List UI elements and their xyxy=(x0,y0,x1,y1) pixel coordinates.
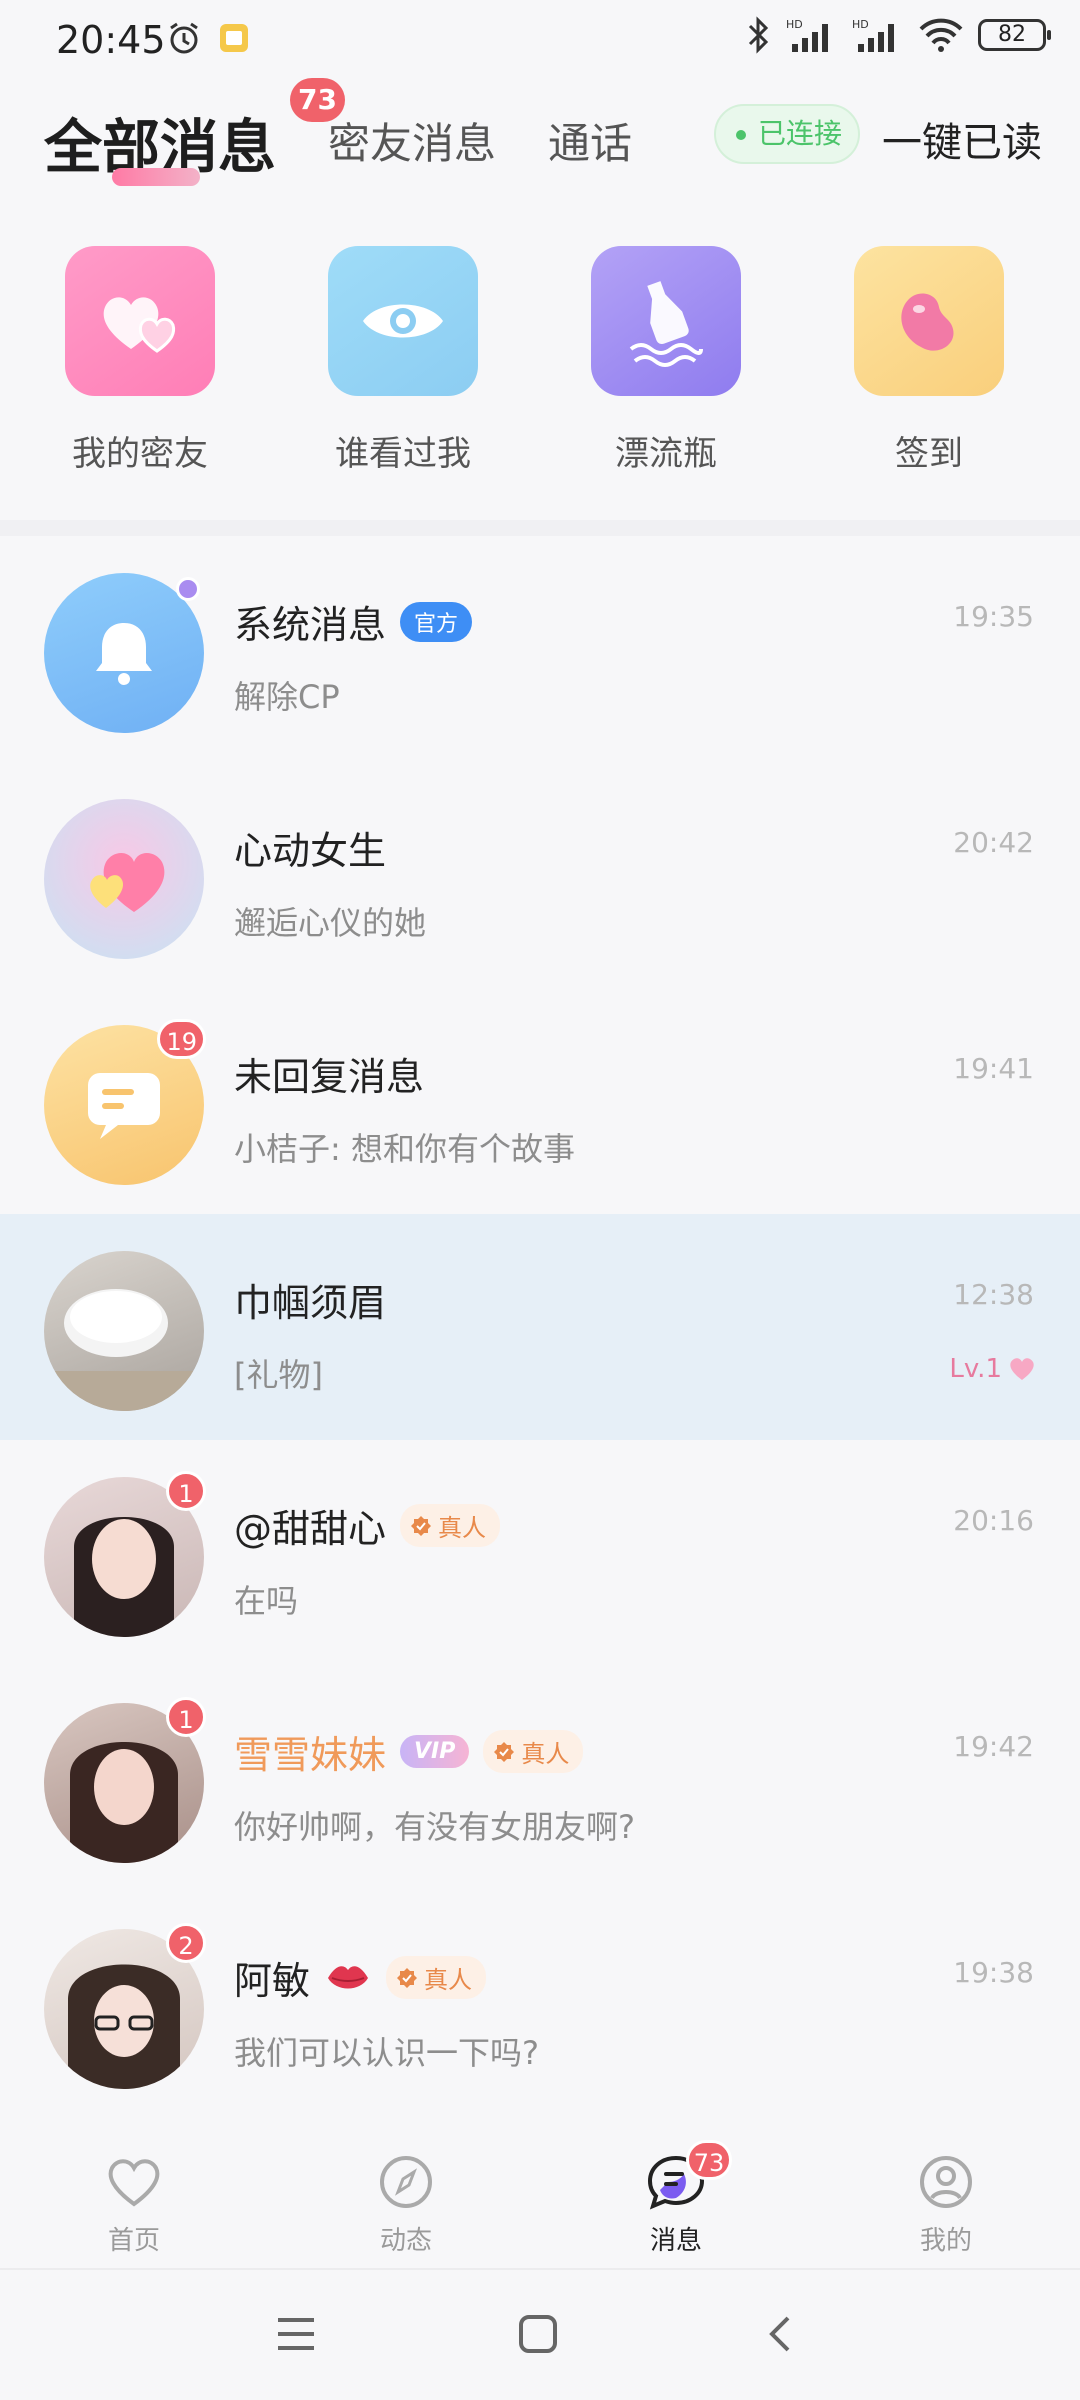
app-notification-icon xyxy=(220,24,248,52)
bottom-navigation: 首页 动态 73 消息 我的 xyxy=(0,2120,1080,2270)
bluetooth-icon xyxy=(748,16,769,54)
eye-icon xyxy=(328,246,478,396)
home-square-icon[interactable] xyxy=(518,2314,558,2354)
signal-icon-2: HD xyxy=(852,18,894,52)
nav-messages[interactable]: 73 消息 xyxy=(596,2140,756,2257)
unread-dot xyxy=(176,577,200,601)
conversation-amin[interactable]: 2 阿敏 真人 我们可以认识一下吗? 19:38 xyxy=(0,1892,1080,2118)
menu-icon[interactable] xyxy=(274,2314,318,2354)
message-preview: 在吗 xyxy=(234,1582,299,1620)
message-header: 全部消息 73 密友消息 通话 已连接 一键已读 xyxy=(0,78,1080,200)
quick-who-viewed-me[interactable]: 谁看过我 xyxy=(303,246,503,475)
conversation-name: 心动女生 xyxy=(234,829,387,873)
wifi-icon xyxy=(919,18,963,52)
message-preview: 我们可以认识一下吗? xyxy=(234,2034,539,2072)
message-time: 19:35 xyxy=(953,600,1034,633)
bottle-icon xyxy=(591,246,741,396)
message-time: 19:42 xyxy=(953,1730,1034,1763)
vip-tag: VIP xyxy=(400,1735,470,1768)
heart-level-icon xyxy=(1010,1358,1034,1380)
unread-count-badge: 1 xyxy=(166,1697,206,1737)
conversation-jinguo[interactable]: 巾帼须眉 [礼物] 12:38 Lv.1 xyxy=(0,1214,1080,1440)
nav-home[interactable]: 首页 xyxy=(54,2154,214,2257)
avatar xyxy=(44,1251,204,1411)
conversation-name: @甜甜心 xyxy=(234,1507,387,1551)
message-preview: 解除CP xyxy=(234,678,340,716)
message-time: 12:38 xyxy=(953,1278,1034,1311)
message-preview: 邂逅心仪的她 xyxy=(234,904,427,942)
conversation-system[interactable]: 系统消息 官方 解除CP 19:35 xyxy=(0,536,1080,762)
battery-indicator: 82 xyxy=(978,19,1051,51)
conversation-name: 巾帼须眉 xyxy=(234,1281,387,1325)
verified-badge-icon xyxy=(411,1515,432,1536)
conversation-xuexue[interactable]: 1 雪雪妹妹 VIP 真人 你好帅啊，有没有女朋友啊? 19:42 xyxy=(0,1666,1080,1892)
quick-actions: 我的密友 谁看过我 漂流瓶 签到 xyxy=(0,246,1080,476)
conversation-name: 雪雪妹妹 xyxy=(234,1733,387,1777)
signal-icon: HD xyxy=(786,18,828,52)
intimacy-level: Lv.1 xyxy=(949,1354,1036,1384)
heart-avatar-icon xyxy=(44,799,204,959)
heart-icon xyxy=(108,2159,160,2207)
quick-check-in[interactable]: 签到 xyxy=(829,246,1029,475)
hearts-icon xyxy=(65,246,215,396)
status-time: 20:45 xyxy=(56,18,166,62)
message-time: 19:38 xyxy=(953,1956,1034,1989)
active-tab-indicator xyxy=(112,168,200,186)
bean-icon xyxy=(854,246,1004,396)
message-time: 20:16 xyxy=(953,1504,1034,1537)
message-time: 20:42 xyxy=(953,826,1034,859)
mark-all-read-button[interactable]: 一键已读 xyxy=(882,110,1042,168)
official-tag: 官方 xyxy=(400,601,473,642)
conversation-name: 阿敏 xyxy=(234,1959,311,2003)
conversation-heartbeat-girls[interactable]: 心动女生 邂逅心仪的她 20:42 xyxy=(0,762,1080,988)
nav-me[interactable]: 我的 xyxy=(866,2154,1026,2257)
alarm-icon xyxy=(170,22,198,54)
system-navigation xyxy=(0,2272,1080,2400)
nav-feed[interactable]: 动态 xyxy=(326,2154,486,2257)
message-preview: [礼物] xyxy=(234,1356,323,1394)
message-preview: 小桔子: 想和你有个故事 xyxy=(234,1130,575,1168)
connection-status: 已连接 xyxy=(714,104,860,164)
conversation-unreplied[interactable]: 19 未回复消息 小桔子: 想和你有个故事 19:41 xyxy=(0,988,1080,1214)
conversation-tiantianxin[interactable]: 1 @甜甜心 真人 在吗 20:16 xyxy=(0,1440,1080,1666)
message-time: 19:41 xyxy=(953,1052,1034,1085)
lips-icon xyxy=(328,1965,369,1988)
verified-tag: 真人 xyxy=(483,1730,584,1773)
profile-icon xyxy=(920,2156,972,2208)
conversation-name: 系统消息 xyxy=(234,603,387,647)
verified-badge-icon xyxy=(397,1967,418,1988)
unread-count-badge: 19 xyxy=(157,1019,206,1059)
svg-text:HD: HD xyxy=(852,18,869,31)
tab-calls[interactable]: 通话 xyxy=(548,110,632,171)
verified-badge-icon xyxy=(494,1741,515,1762)
message-list: 系统消息 官方 解除CP 19:35 心动女生 邂逅心仪的她 20:42 19 … xyxy=(0,536,1080,2118)
section-divider xyxy=(0,520,1080,536)
conversation-name: 未回复消息 xyxy=(234,1055,425,1099)
quick-drift-bottle[interactable]: 漂流瓶 xyxy=(566,246,766,475)
svg-text:HD: HD xyxy=(786,18,803,31)
message-preview: 你好帅啊，有没有女朋友啊? xyxy=(234,1808,635,1846)
status-bar: 20:45 HD HD 82 xyxy=(0,0,1080,84)
verified-tag: 真人 xyxy=(386,1956,487,1999)
compass-icon xyxy=(380,2156,432,2208)
messages-badge: 73 xyxy=(686,2140,732,2180)
unread-count-badge: 2 xyxy=(166,1923,206,1963)
tab-friend-messages[interactable]: 密友消息 xyxy=(328,110,496,171)
quick-my-friends[interactable]: 我的密友 xyxy=(40,246,240,475)
back-icon[interactable] xyxy=(764,2314,794,2354)
verified-tag: 真人 xyxy=(400,1504,501,1547)
unread-count-badge: 1 xyxy=(166,1471,206,1511)
